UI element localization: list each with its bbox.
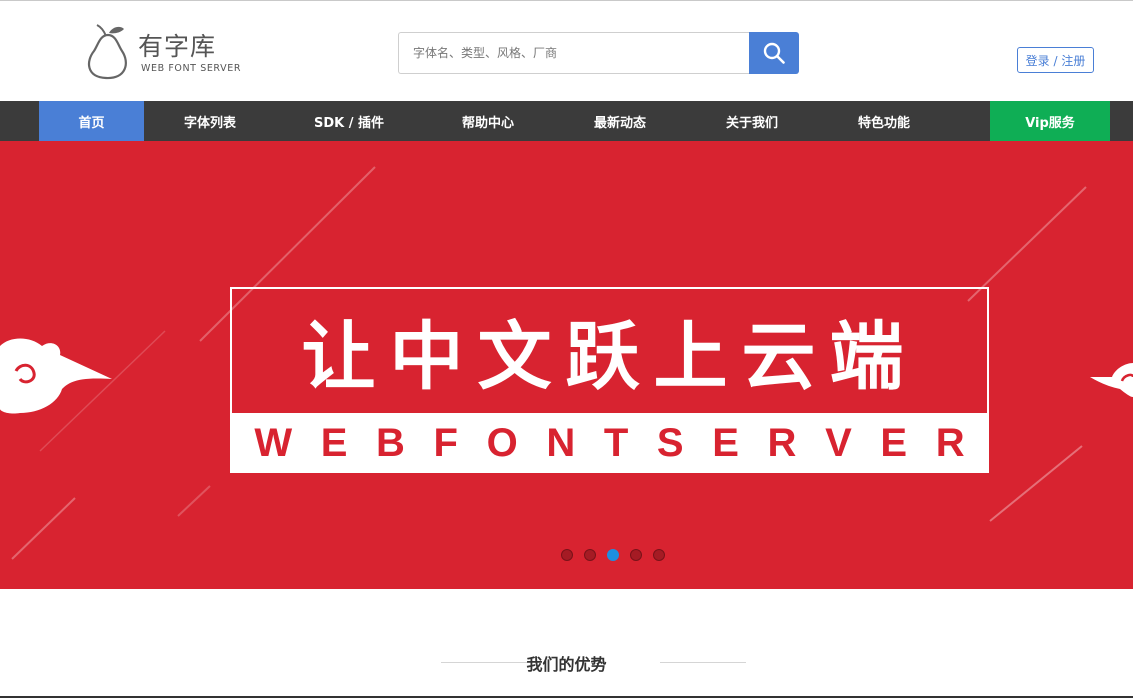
cloud-right-icon <box>1090 363 1133 397</box>
section-title: 我们的优势 <box>526 655 607 674</box>
slogan-letter: N <box>546 420 576 465</box>
slogan-letter: E <box>712 420 739 465</box>
carousel-dot[interactable] <box>584 549 596 561</box>
carousel-dot[interactable] <box>561 549 573 561</box>
site-header: 有字库 WEB FONT SERVER 登录 / 注册 <box>0 1 1133 101</box>
slogan-letter: W <box>254 420 293 465</box>
carousel-dot[interactable] <box>653 549 665 561</box>
nav-item-features[interactable]: 特色功能 <box>818 101 950 141</box>
title-rule-right <box>660 662 746 663</box>
slogan-letter: R <box>935 420 965 465</box>
pear-logo-icon <box>87 24 127 80</box>
slogan-letter: B <box>376 420 405 465</box>
main-nav: 首页 字体列表 SDK / 插件 帮助中心 最新动态 关于我们 特色功能 Vip… <box>0 101 1133 141</box>
logo-title: 有字库 <box>138 32 217 61</box>
nav-item-about-us[interactable]: 关于我们 <box>686 101 818 141</box>
slogan-letter: E <box>320 420 348 465</box>
slogan-letter: O <box>486 420 518 465</box>
cloud-left-icon <box>0 338 112 414</box>
login-register-button[interactable]: 登录 / 注册 <box>1017 47 1094 73</box>
slogan-letter: R <box>767 420 797 465</box>
carousel-dot[interactable] <box>630 549 642 561</box>
slogan-letter: V <box>825 420 852 465</box>
search-icon <box>763 42 785 64</box>
slogan-english: WEBFONTSERVER <box>232 413 987 473</box>
advantages-section: 我们的优势 <box>0 589 1133 698</box>
slogan-letter: T <box>603 420 629 465</box>
banner-slogan: 让中文跃上云端 WEBFONTSERVER <box>230 287 989 473</box>
carousel-indicators <box>561 549 665 563</box>
search-input[interactable] <box>398 32 749 74</box>
slogan-letter: F <box>433 420 458 465</box>
nav-item-home[interactable]: 首页 <box>39 101 144 141</box>
search-bar <box>398 32 799 74</box>
nav-item-help-center[interactable]: 帮助中心 <box>422 101 554 141</box>
slogan-letter: S <box>656 420 684 465</box>
nav-item-vip-service[interactable]: Vip服务 <box>990 101 1110 141</box>
nav-item-sdk-plugin[interactable]: SDK / 插件 <box>276 101 422 141</box>
search-button[interactable] <box>749 32 799 74</box>
site-logo[interactable]: 有字库 WEB FONT SERVER <box>82 23 252 81</box>
nav-item-font-list[interactable]: 字体列表 <box>144 101 276 141</box>
logo-subtitle: WEB FONT SERVER <box>141 63 242 74</box>
slogan-letter: E <box>880 420 908 465</box>
slogan-english-bar: WEBFONTSERVER <box>232 413 987 473</box>
carousel-dot[interactable] <box>607 549 619 561</box>
hero-banner[interactable]: 让中文跃上云端 WEBFONTSERVER <box>0 141 1133 589</box>
nav-item-news[interactable]: 最新动态 <box>554 101 686 141</box>
slogan-chinese: 让中文跃上云端 <box>301 313 918 400</box>
